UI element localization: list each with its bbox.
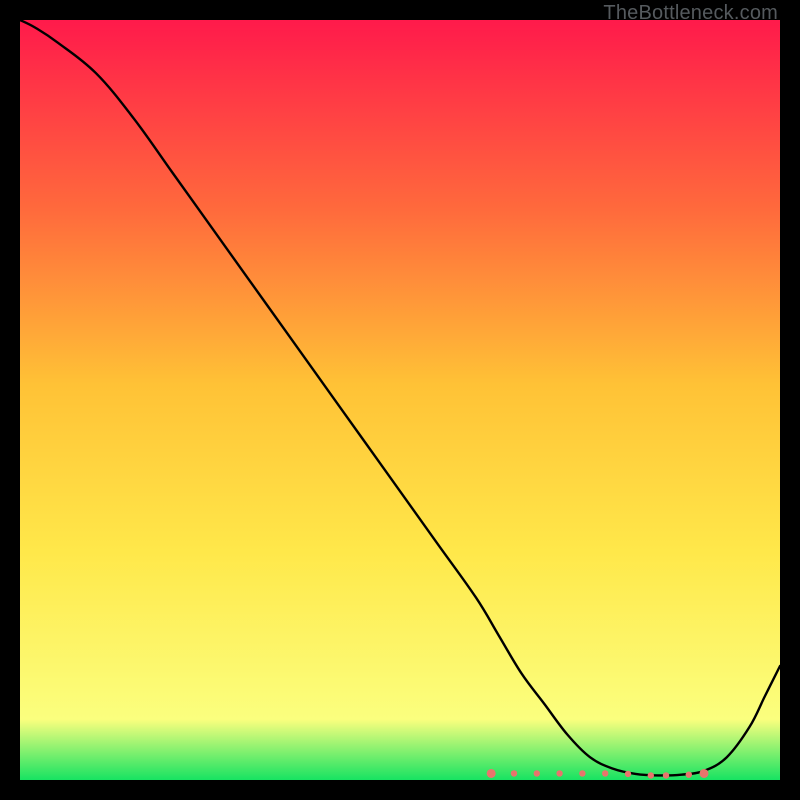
curve-dot bbox=[663, 772, 669, 778]
bottleneck-curve bbox=[20, 20, 780, 780]
curve-dot bbox=[602, 770, 608, 776]
curve-dot bbox=[579, 770, 585, 776]
curve-dot bbox=[487, 769, 496, 778]
curve-dot bbox=[556, 770, 562, 776]
curve-dot bbox=[625, 771, 631, 777]
curve-dot bbox=[686, 771, 692, 777]
chart-stage: TheBottleneck.com bbox=[0, 0, 800, 800]
frame-bottom bbox=[0, 780, 800, 800]
curve-dot bbox=[700, 769, 709, 778]
curve-dot bbox=[534, 770, 540, 776]
frame-left bbox=[0, 0, 20, 800]
curve-dot bbox=[511, 770, 517, 776]
curve-dot bbox=[648, 772, 654, 778]
frame-right bbox=[780, 0, 800, 800]
plot-area bbox=[20, 20, 780, 780]
watermark-text: TheBottleneck.com bbox=[603, 2, 778, 25]
